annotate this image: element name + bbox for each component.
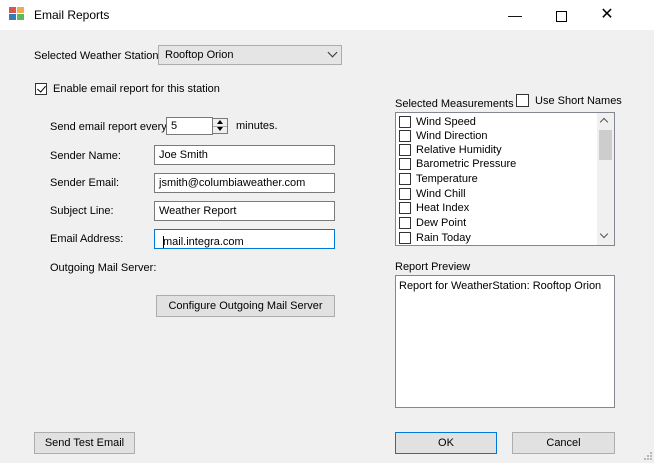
station-label: Selected Weather Station: [34, 50, 159, 62]
measurement-checkbox[interactable]: [399, 144, 411, 156]
title-bar: Email Reports — ✕: [0, 0, 654, 30]
measurement-label: Wind Direction: [416, 130, 488, 142]
measurement-checkbox[interactable]: [399, 130, 411, 142]
close-button[interactable]: ✕: [584, 0, 630, 30]
window-title: Email Reports: [34, 8, 110, 22]
measurement-label: Barometric Pressure: [416, 158, 517, 170]
email-address-label: Email Address:: [50, 233, 124, 245]
interval-stepper[interactable]: [212, 118, 228, 134]
measurement-checkbox[interactable]: [399, 173, 411, 185]
report-preview-box[interactable]: Report for WeatherStation: Rooftop Orion: [395, 275, 615, 408]
scroll-down-icon[interactable]: [599, 229, 609, 239]
station-select[interactable]: Rooftop Orion: [158, 45, 342, 65]
app-icon: [9, 7, 25, 21]
subject-line-label: Subject Line:: [50, 205, 114, 217]
report-preview-label: Report Preview: [395, 261, 471, 273]
report-preview-text: Report for WeatherStation: Rooftop Orion: [399, 280, 602, 292]
measurement-checkbox[interactable]: [399, 232, 411, 244]
interval-value: 5: [171, 120, 178, 132]
use-short-names-checkbox[interactable]: [516, 94, 529, 107]
measurement-label: Wind Speed: [416, 116, 476, 128]
configure-mail-server-button[interactable]: Configure Outgoing Mail Server: [156, 295, 335, 317]
send-every-label: Send email report every: [50, 121, 167, 133]
email-address-text: mail.integra.com: [163, 236, 244, 248]
measurement-checkbox[interactable]: [399, 217, 411, 229]
measurement-label: Wind Chill: [416, 188, 466, 200]
minimize-icon: —: [508, 7, 522, 23]
scroll-up-icon[interactable]: [599, 117, 609, 127]
subject-line-field[interactable]: Weather Report: [154, 201, 335, 221]
sender-email-value: jsmith@columbiaweather.com: [159, 177, 306, 189]
subject-line-value: Weather Report: [159, 205, 237, 217]
measurement-label: Heat Index: [416, 202, 470, 214]
measurement-label: Dew Point: [416, 217, 467, 229]
resize-grip-icon[interactable]: [644, 452, 652, 460]
send-test-email-button[interactable]: Send Test Email: [34, 432, 135, 454]
send-test-email-label: Send Test Email: [44, 437, 125, 449]
sender-name-label: Sender Name:: [50, 150, 121, 162]
measurement-label: Temperature: [416, 173, 478, 185]
station-select-value: Rooftop Orion: [165, 49, 234, 61]
measurement-checkbox[interactable]: [399, 158, 411, 170]
close-icon: ✕: [600, 6, 614, 23]
chevron-down-icon: [327, 47, 338, 58]
triangle-down-icon: [217, 127, 223, 131]
measurement-label: Rain Today: [416, 232, 471, 244]
maximize-button[interactable]: [538, 0, 584, 30]
use-short-names-label: Use Short Names: [535, 95, 622, 107]
cancel-button[interactable]: Cancel: [512, 432, 615, 454]
minimize-button[interactable]: —: [492, 0, 538, 30]
measurement-checkbox[interactable]: [399, 202, 411, 214]
email-address-field[interactable]: mail.integra.com: [154, 229, 335, 249]
ok-button[interactable]: OK: [395, 432, 497, 454]
configure-mail-server-label: Configure Outgoing Mail Server: [168, 300, 323, 312]
text-caret: [163, 236, 164, 248]
measurements-scrollbar[interactable]: [597, 113, 614, 245]
sender-name-value: Joe Smith: [159, 149, 208, 161]
measurement-checkbox[interactable]: [399, 116, 411, 128]
measurement-label: Relative Humidity: [416, 144, 502, 156]
sender-name-field[interactable]: Joe Smith: [154, 145, 335, 165]
stepper-down-button[interactable]: [213, 126, 227, 133]
ok-label: OK: [438, 437, 454, 449]
outgoing-mail-server-label: Outgoing Mail Server:: [50, 262, 157, 274]
measurement-checkbox[interactable]: [399, 188, 411, 200]
maximize-icon: [555, 10, 567, 22]
enable-report-label: Enable email report for this station: [53, 83, 220, 95]
minutes-label: minutes.: [236, 120, 278, 132]
checkmark-icon: [37, 83, 46, 93]
triangle-up-icon: [217, 120, 223, 124]
cancel-label: Cancel: [546, 437, 581, 449]
scrollbar-thumb[interactable]: [599, 130, 612, 160]
interval-input[interactable]: 5: [166, 117, 213, 135]
enable-report-checkbox[interactable]: [35, 83, 47, 95]
sender-email-label: Sender Email:: [50, 177, 120, 189]
measurements-list[interactable]: Wind Speed Wind Direction Relative Humid…: [395, 112, 615, 246]
sender-email-field[interactable]: jsmith@columbiaweather.com: [154, 173, 335, 193]
measurements-label: Selected Measurements: [395, 98, 514, 110]
